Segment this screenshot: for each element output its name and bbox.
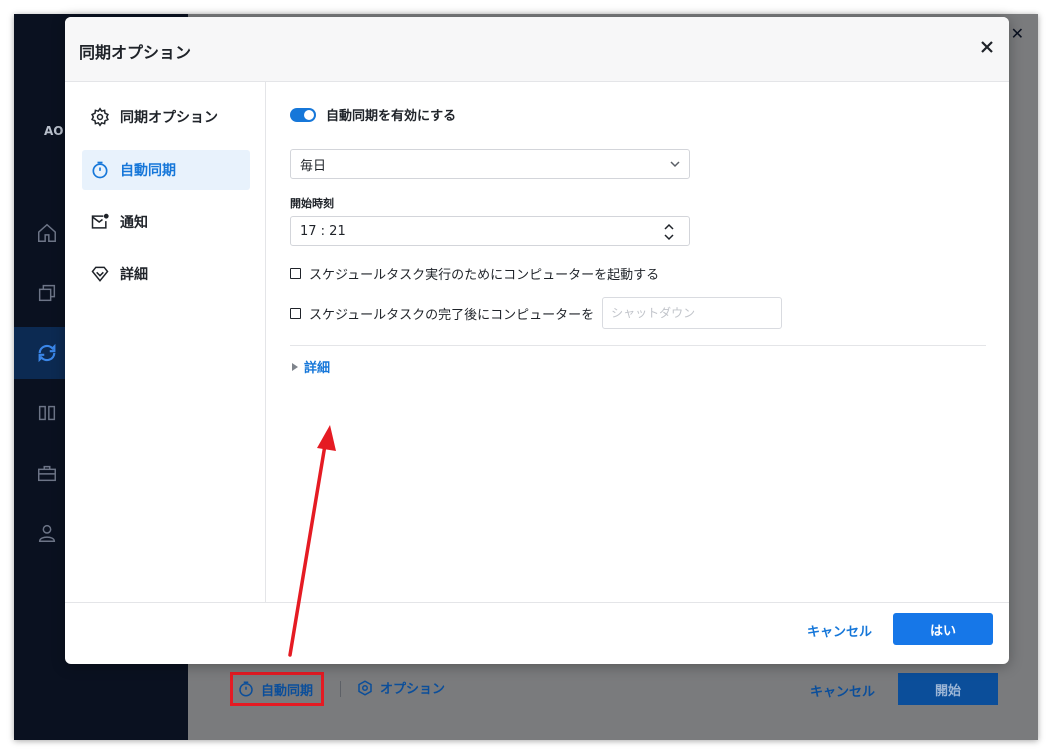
section-divider <box>290 345 986 346</box>
details-label: 詳細 <box>304 361 331 376</box>
menu-item-auto-sync[interactable]: 自動同期 <box>82 150 250 190</box>
sync-icon <box>38 343 56 363</box>
app-start-button[interactable]: 開始 <box>898 673 998 705</box>
auto-sync-toggle[interactable] <box>290 107 316 122</box>
frequency-select[interactable]: 毎日 <box>290 149 690 179</box>
caret-right-icon <box>292 362 298 371</box>
start-time-value: 17 : 21 <box>300 223 346 239</box>
app-options-label: オプション <box>380 682 446 697</box>
auto-sync-toggle-row: 自動同期を有効にする <box>290 105 456 124</box>
app-close-icon[interactable]: ✕ <box>1011 24 1024 43</box>
user-icon[interactable] <box>36 522 58 544</box>
frequency-value: 毎日 <box>300 158 327 174</box>
ok-button[interactable]: はい <box>893 613 993 645</box>
after-task-label: スケジュールタスクの完了後にコンピューターを <box>309 307 595 323</box>
wake-computer-label: スケジュールタスク実行のためにコンピューターを起動する <box>309 268 660 283</box>
start-time-input[interactable]: 17 : 21 <box>290 216 690 246</box>
after-task-checkbox[interactable] <box>290 307 301 319</box>
auto-sync-panel: 自動同期を有効にする 毎日 開始時刻 17 : 21 スケジュールタスク実行のた… <box>290 81 986 602</box>
toolbox-icon[interactable] <box>36 462 58 484</box>
chevron-down-icon <box>670 161 680 168</box>
app-auto-sync-label: 自動同期 <box>261 683 314 699</box>
app-auto-sync-button[interactable]: 自動同期 <box>230 672 324 706</box>
dialog-footer: キャンセル はい <box>65 602 1009 664</box>
after-task-action-input[interactable] <box>602 297 783 329</box>
stopwatch-icon <box>92 161 108 179</box>
wake-computer-checkbox[interactable] <box>290 268 301 279</box>
wake-computer-row: スケジュールタスク実行のためにコンピューターを起動する <box>290 264 659 283</box>
dialog-title: 同期オプション <box>79 43 192 62</box>
app-logo: AO <box>44 124 64 138</box>
stopwatch-icon <box>239 681 253 697</box>
after-task-row: スケジュールタスクの完了後にコンピューターを <box>290 297 783 329</box>
diamond-icon <box>91 266 109 282</box>
cancel-button[interactable]: キャンセル <box>807 621 872 640</box>
mail-notification-icon <box>91 213 109 229</box>
spinner-icon[interactable] <box>663 222 675 242</box>
columns-icon[interactable] <box>36 402 58 424</box>
menu-item-label: 同期オプション <box>120 110 218 126</box>
dialog-header: 同期オプション <box>65 17 1009 82</box>
menu-item-sync-options[interactable]: 同期オプション <box>82 97 250 137</box>
menu-item-details[interactable]: 詳細 <box>82 254 250 294</box>
start-time-label: 開始時刻 <box>290 197 334 210</box>
copy-icon[interactable] <box>36 282 58 304</box>
home-icon[interactable] <box>36 222 58 244</box>
app-cancel-button[interactable]: キャンセル <box>810 681 875 700</box>
menu-item-label: 詳細 <box>120 267 148 283</box>
sync-options-dialog: 同期オプション 同期オプション 自動同期 通知 詳細 自動同期を有効にする 毎日 <box>65 17 1009 664</box>
gear-icon <box>91 107 109 127</box>
details-expander[interactable]: 詳細 <box>292 357 330 376</box>
app-options-button[interactable]: オプション <box>356 678 445 697</box>
close-icon[interactable] <box>979 39 995 55</box>
menu-item-notification[interactable]: 通知 <box>82 202 250 242</box>
dialog-menu: 同期オプション 自動同期 通知 詳細 <box>65 81 266 602</box>
hexagon-gear-icon <box>358 679 372 696</box>
auto-sync-toggle-label: 自動同期を有効にする <box>326 109 457 124</box>
menu-item-label: 自動同期 <box>120 163 176 179</box>
footer-divider <box>340 681 341 697</box>
menu-item-label: 通知 <box>120 215 148 231</box>
